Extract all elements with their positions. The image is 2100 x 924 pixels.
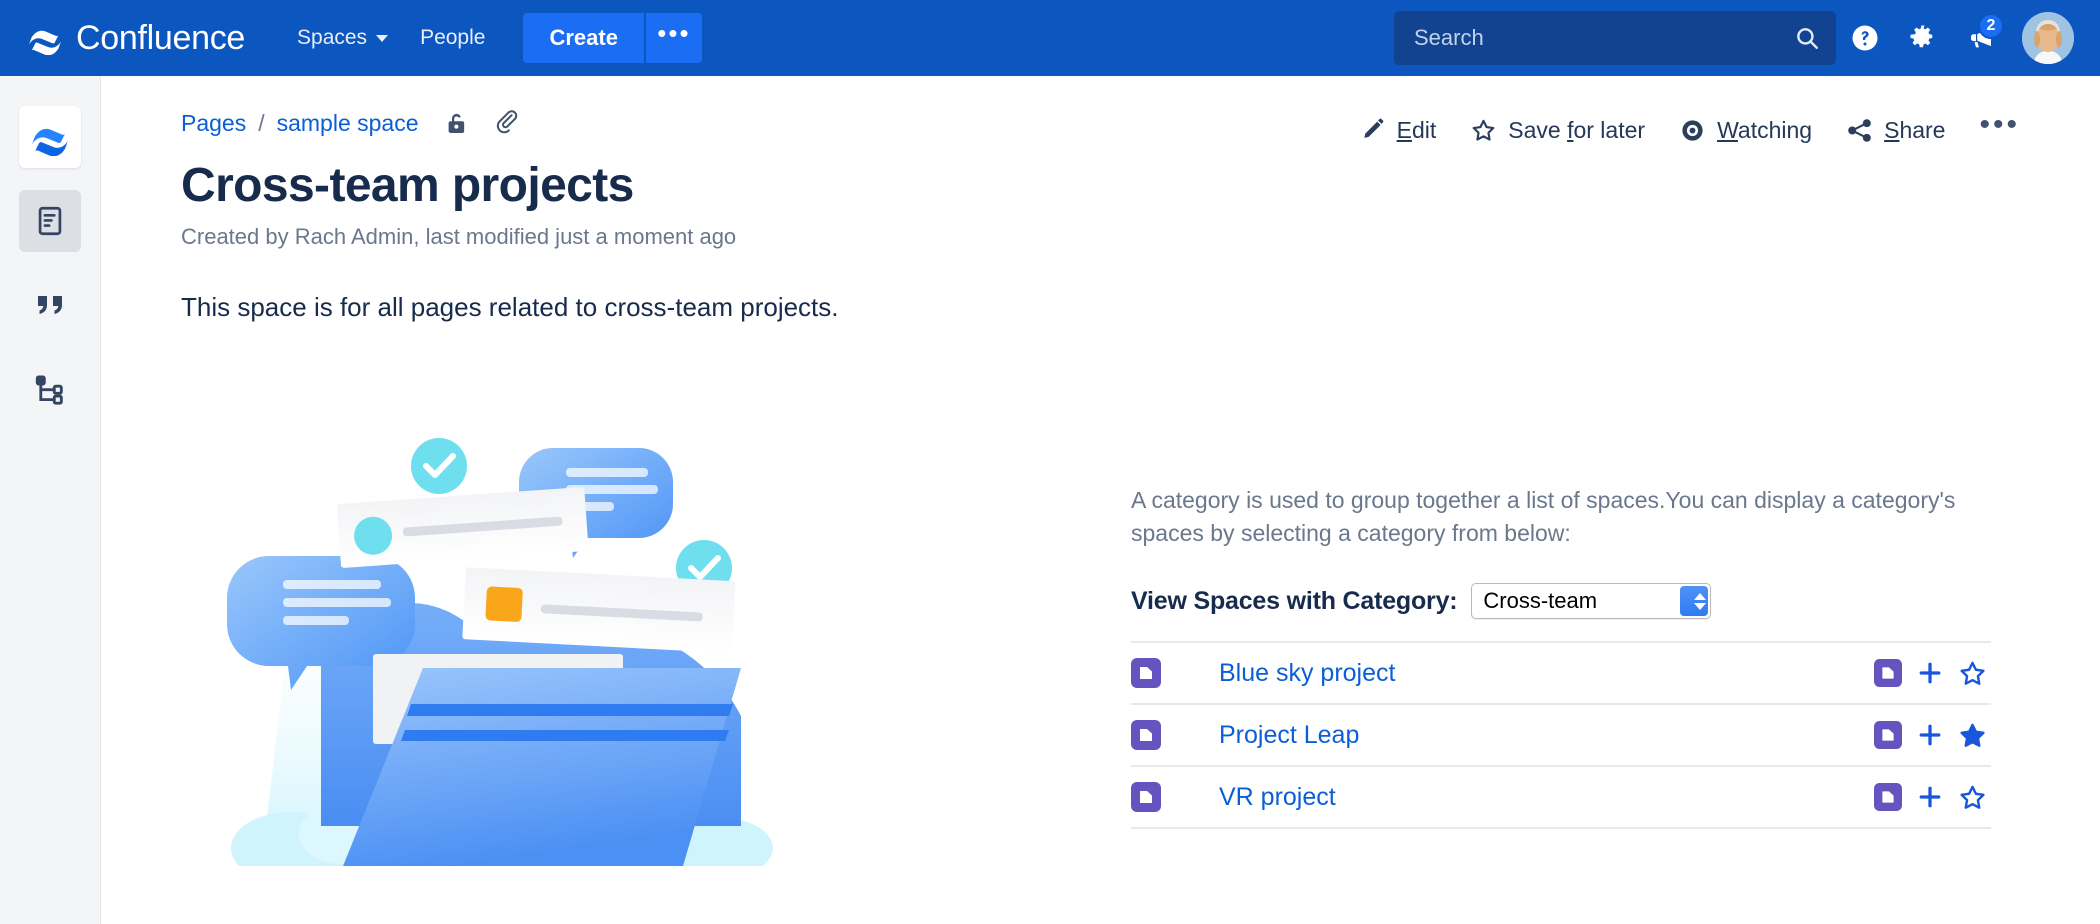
add-icon[interactable] <box>1916 659 1944 687</box>
nav-item-people[interactable]: People <box>404 16 501 60</box>
search-input[interactable]: Search <box>1394 11 1836 65</box>
category-select[interactable]: Cross-team <box>1471 583 1711 619</box>
create-more-button[interactable]: ••• <box>644 13 702 63</box>
space-link[interactable]: Blue sky project <box>1219 659 1874 688</box>
space-page-icon <box>1131 720 1161 750</box>
notifications-badge: 2 <box>1978 13 2004 39</box>
table-row[interactable]: Blue sky project <box>1131 643 1991 705</box>
page-title: Cross-team projects <box>181 158 634 213</box>
help-button[interactable] <box>1836 9 1894 67</box>
category-select-value: Cross-team <box>1472 588 1597 614</box>
avatar[interactable] <box>2022 12 2074 64</box>
breadcrumb-item-space[interactable]: sample space <box>277 110 419 137</box>
notifications-button[interactable]: 2 <box>1952 9 2010 67</box>
star-outline-icon[interactable] <box>1958 783 1987 812</box>
search-placeholder: Search <box>1414 25 1794 51</box>
gear-icon <box>1908 23 1938 53</box>
page-icon <box>33 204 67 238</box>
create-button-label: Create <box>549 25 617 51</box>
category-panel: A category is used to group together a l… <box>1131 484 1991 829</box>
top-navigation-bar: Confluence Spaces People Create ••• Sear… <box>0 0 2100 76</box>
star-outline-icon[interactable] <box>1958 659 1987 688</box>
spaces-table: Blue sky project <box>1131 641 1991 829</box>
edit-button[interactable]: Edit <box>1360 117 1437 144</box>
nav-item-spaces[interactable]: Spaces <box>281 16 404 60</box>
nav-right-group: Search <box>1394 9 2074 67</box>
chevron-down-icon <box>1694 603 1706 610</box>
breadcrumb-separator: / <box>258 110 264 137</box>
star-filled-icon[interactable] <box>1958 721 1987 750</box>
breadcrumb: Pages / sample space <box>181 110 521 137</box>
brand-title: Confluence <box>76 21 245 55</box>
quote-icon <box>32 287 68 323</box>
add-icon[interactable] <box>1916 783 1944 811</box>
space-link[interactable]: Project Leap <box>1219 721 1874 750</box>
confluence-logo-icon <box>31 118 69 156</box>
main-content: Pages / sample space Edit <box>101 76 2100 924</box>
left-rail <box>0 76 101 924</box>
page-more-actions-button[interactable]: ••• <box>1979 108 2020 152</box>
category-select-label: View Spaces with Category: <box>1131 587 1457 616</box>
chevron-up-icon <box>1694 593 1706 600</box>
page-body-text: This space is for all pages related to c… <box>181 292 839 323</box>
help-circle-icon <box>1850 23 1880 53</box>
pages-illustration <box>221 396 781 866</box>
share-icon <box>1846 117 1873 144</box>
add-icon[interactable] <box>1916 721 1944 749</box>
save-for-later-button[interactable]: Save for later <box>1470 117 1645 144</box>
table-row[interactable]: Project Leap <box>1131 705 1991 767</box>
create-button[interactable]: Create <box>523 13 643 63</box>
create-button-group: Create ••• <box>523 13 701 63</box>
chevron-down-icon <box>376 35 388 42</box>
space-page-icon[interactable] <box>1874 659 1902 687</box>
create-more-label: ••• <box>657 18 690 49</box>
space-row-actions <box>1874 659 1987 688</box>
sidebar-item-blog[interactable] <box>19 274 81 336</box>
space-row-actions <box>1874 721 1987 750</box>
watching-button-label: Watching <box>1717 117 1812 144</box>
pencil-icon <box>1360 117 1386 143</box>
table-row[interactable]: VR project <box>1131 767 1991 829</box>
nav-item-spaces-label: Spaces <box>297 26 367 50</box>
space-page-icon <box>1131 658 1161 688</box>
space-page-icon[interactable] <box>1874 721 1902 749</box>
primary-nav: Spaces People <box>281 16 501 60</box>
sidebar-item-home[interactable] <box>19 106 81 168</box>
search-icon <box>1794 25 1820 51</box>
space-row-actions <box>1874 783 1987 812</box>
category-description: A category is used to group together a l… <box>1131 484 1991 549</box>
eye-icon <box>1679 117 1706 144</box>
confluence-logo-icon <box>28 21 62 55</box>
sidebar-item-page-tree[interactable] <box>19 358 81 420</box>
brand-home-link[interactable]: Confluence <box>28 21 245 55</box>
edit-button-label: Edit <box>1397 117 1437 144</box>
breadcrumb-item-pages[interactable]: Pages <box>181 110 246 137</box>
space-link[interactable]: VR project <box>1219 783 1874 812</box>
page-actions-toolbar: Edit Save for later Watching <box>1360 108 2020 152</box>
save-for-later-label: Save for later <box>1508 117 1645 144</box>
settings-button[interactable] <box>1894 9 1952 67</box>
nav-item-people-label: People <box>420 26 485 50</box>
unlocked-padlock-icon[interactable] <box>443 110 470 137</box>
chevron-updown-icon[interactable] <box>1680 586 1708 616</box>
space-page-icon[interactable] <box>1874 783 1902 811</box>
share-button[interactable]: Share <box>1846 117 1945 144</box>
star-outline-icon <box>1470 117 1497 144</box>
page-byline: Created by Rach Admin, last modified jus… <box>181 224 736 250</box>
category-select-row: View Spaces with Category: Cross-team <box>1131 583 1991 619</box>
paperclip-icon[interactable] <box>494 110 521 137</box>
page-tree-icon <box>33 372 67 406</box>
space-page-icon <box>1131 782 1161 812</box>
sidebar-item-pages[interactable] <box>19 190 81 252</box>
share-button-label: Share <box>1884 117 1945 144</box>
watching-button[interactable]: Watching <box>1679 117 1812 144</box>
